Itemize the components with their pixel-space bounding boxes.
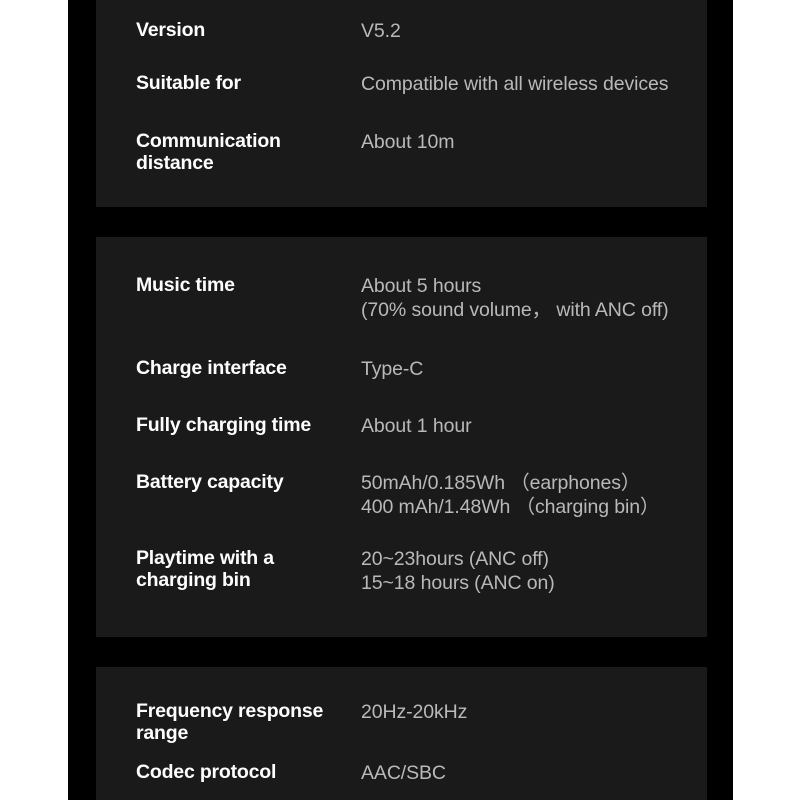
spec-label-line1: Codec protocol bbox=[136, 761, 277, 783]
spec-label: Music time bbox=[136, 274, 361, 297]
spec-panel-battery-and-charging: Music time About 5 hours (70% sound volu… bbox=[96, 237, 707, 637]
spec-value-line1: About 1 hour bbox=[361, 415, 472, 437]
spec-row-battery-capacity: Battery capacity 50mAh/0.185Wh （earphone… bbox=[136, 471, 707, 519]
spec-value: Compatible with all wireless devices bbox=[361, 72, 707, 96]
spec-label: Frequency response range bbox=[136, 700, 361, 745]
spec-label: Version bbox=[136, 19, 361, 42]
spec-value-line1: Compatible with all wireless devices bbox=[361, 73, 669, 95]
spec-row-fully-charging-time: Fully charging time About 1 hour bbox=[136, 414, 707, 438]
spec-value: 20Hz-20kHz bbox=[361, 700, 707, 724]
spec-sheet-page: Version V5.2 Suitable for Compatible wit… bbox=[0, 0, 800, 800]
spec-row-communication-distance: Communication distance About 10m bbox=[136, 130, 707, 175]
spec-value-line2: 15~18 hours (ANC on) bbox=[361, 572, 555, 594]
spec-value-line1: 50mAh/0.185Wh （earphones） bbox=[361, 472, 641, 494]
spec-value-line1: 20Hz-20kHz bbox=[361, 701, 468, 723]
spec-panel-connectivity: Version V5.2 Suitable for Compatible wit… bbox=[96, 0, 707, 207]
panel-divider bbox=[96, 207, 707, 237]
spec-row-version: Version V5.2 bbox=[136, 19, 707, 43]
spec-value: About 10m bbox=[361, 130, 707, 154]
spec-label-line1: Playtime with a bbox=[136, 547, 274, 569]
spec-row-playtime-with-charging-bin: Playtime with a charging bin 20~23hours … bbox=[136, 547, 707, 595]
panel-divider bbox=[96, 637, 707, 667]
spec-value: AAC/SBC bbox=[361, 761, 707, 785]
spec-value-line1: About 5 hours bbox=[361, 275, 482, 297]
spec-label-line1: Suitable for bbox=[136, 72, 241, 94]
spec-row-charge-interface: Charge interface Type-C bbox=[136, 357, 707, 381]
spec-panel-audio: Frequency response range 20Hz-20kHz Code… bbox=[96, 667, 707, 800]
spec-row-codec-protocol: Codec protocol AAC/SBC bbox=[136, 761, 707, 785]
spec-value: 20~23hours (ANC off) 15~18 hours (ANC on… bbox=[361, 547, 707, 595]
spec-value: Type-C bbox=[361, 357, 707, 381]
spec-row-frequency-response-range: Frequency response range 20Hz-20kHz bbox=[136, 700, 707, 745]
spec-label: Playtime with a charging bin bbox=[136, 547, 361, 592]
spec-label: Battery capacity bbox=[136, 471, 361, 494]
spec-label-line1: Communication bbox=[136, 130, 281, 152]
spec-label-line2: charging bin bbox=[136, 569, 251, 591]
spec-label: Suitable for bbox=[136, 72, 361, 95]
spec-label-line2: distance bbox=[136, 152, 214, 174]
spec-value-line1: AAC/SBC bbox=[361, 762, 446, 784]
spec-label-line1: Music time bbox=[136, 274, 235, 296]
spec-label-line1: Charge interface bbox=[136, 357, 287, 379]
spec-row-music-time: Music time About 5 hours (70% sound volu… bbox=[136, 274, 707, 322]
spec-value-line1: Type-C bbox=[361, 358, 424, 380]
spec-value-line1: About 10m bbox=[361, 131, 455, 153]
spec-value: 50mAh/0.185Wh （earphones） 400 mAh/1.48Wh… bbox=[361, 471, 707, 519]
spec-label: Charge interface bbox=[136, 357, 361, 380]
spec-value: About 5 hours (70% sound volume， with AN… bbox=[361, 274, 707, 322]
spec-panel-list: Version V5.2 Suitable for Compatible wit… bbox=[96, 0, 707, 800]
spec-value: V5.2 bbox=[361, 19, 707, 43]
spec-value-line1: V5.2 bbox=[361, 20, 401, 42]
spec-label-line1: Battery capacity bbox=[136, 471, 284, 493]
spec-label: Fully charging time bbox=[136, 414, 361, 437]
spec-label-line1: Version bbox=[136, 19, 206, 41]
spec-label: Communication distance bbox=[136, 130, 361, 175]
spec-label-line1: Fully charging time bbox=[136, 414, 311, 436]
spec-label: Codec protocol bbox=[136, 761, 361, 784]
spec-value-line2: 400 mAh/1.48Wh （charging bin） bbox=[361, 496, 660, 518]
spec-value-line2: (70% sound volume， with ANC off) bbox=[361, 299, 669, 321]
spec-label-line1: Frequency response bbox=[136, 700, 324, 722]
spec-value-line1: 20~23hours (ANC off) bbox=[361, 548, 549, 570]
spec-label-line2: range bbox=[136, 722, 189, 744]
spec-row-suitable-for: Suitable for Compatible with all wireles… bbox=[136, 72, 707, 96]
spec-value: About 1 hour bbox=[361, 414, 707, 438]
